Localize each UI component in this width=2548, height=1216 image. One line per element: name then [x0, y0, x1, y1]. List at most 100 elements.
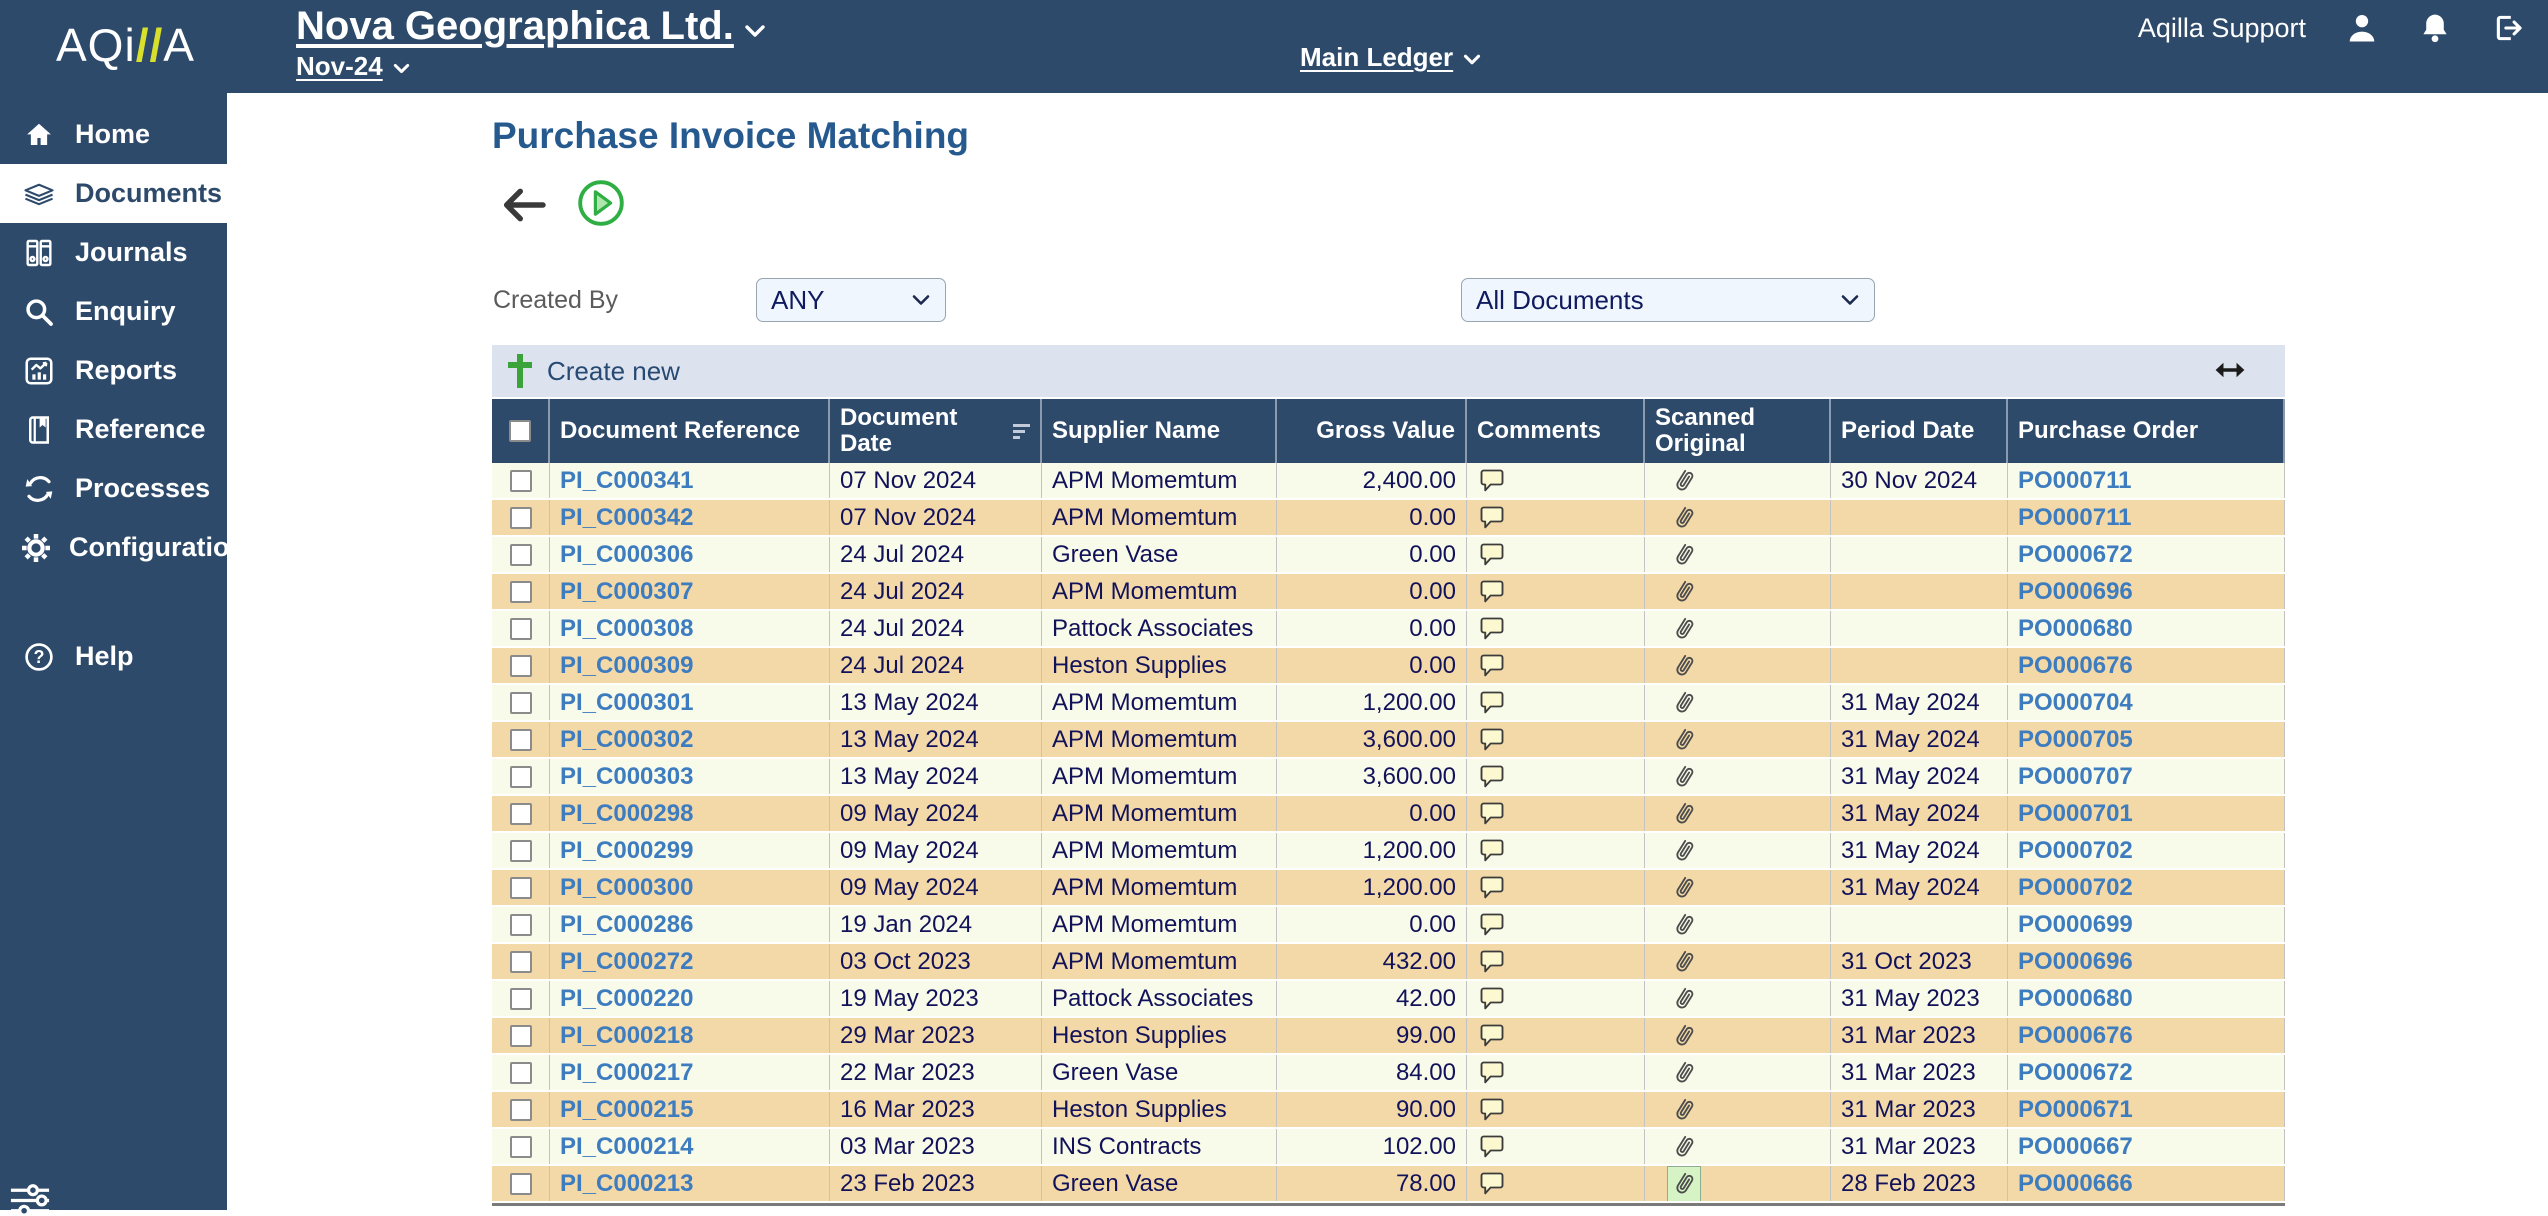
purchase-order-link[interactable]: PO000672: [2018, 541, 2133, 569]
attachment-wrap[interactable]: [1667, 611, 1701, 646]
attachment-wrap[interactable]: [1667, 722, 1701, 757]
purchase-order-link[interactable]: PO000711: [2018, 504, 2131, 532]
row-checkbox[interactable]: [510, 692, 532, 714]
purchase-order-link[interactable]: PO000702: [2018, 837, 2133, 865]
document-reference-link[interactable]: PI_C000217: [560, 1059, 693, 1087]
document-reference-link[interactable]: PI_C000303: [560, 763, 693, 791]
purchase-order-link[interactable]: PO000680: [2018, 985, 2133, 1013]
comment-icon[interactable]: [1477, 874, 1507, 902]
column-header-comments[interactable]: Comments: [1467, 399, 1645, 463]
column-header-scanned-original[interactable]: Scanned Original: [1645, 399, 1831, 463]
user-name[interactable]: Aqilla Support: [2138, 13, 2306, 44]
attachment-wrap[interactable]: [1667, 685, 1701, 720]
column-header-document-reference[interactable]: Document Reference: [550, 399, 830, 463]
document-reference-link[interactable]: PI_C000218: [560, 1022, 693, 1050]
comment-icon[interactable]: [1477, 1096, 1507, 1124]
purchase-order-link[interactable]: PO000705: [2018, 726, 2133, 754]
document-reference-link[interactable]: PI_C000308: [560, 615, 693, 643]
row-checkbox[interactable]: [510, 507, 532, 529]
attachment-wrap[interactable]: [1667, 537, 1701, 572]
purchase-order-link[interactable]: PO000707: [2018, 763, 2133, 791]
purchase-order-link[interactable]: PO000666: [2018, 1170, 2133, 1198]
purchase-order-link[interactable]: PO000702: [2018, 874, 2133, 902]
attachment-wrap[interactable]: [1667, 870, 1701, 905]
user-icon[interactable]: [2344, 10, 2380, 46]
row-checkbox[interactable]: [510, 1136, 532, 1158]
document-reference-link[interactable]: PI_C000341: [560, 467, 693, 495]
document-reference-link[interactable]: PI_C000342: [560, 504, 693, 532]
comment-icon[interactable]: [1477, 578, 1507, 606]
column-header-period-date[interactable]: Period Date: [1831, 399, 2008, 463]
comment-icon[interactable]: [1477, 948, 1507, 976]
document-reference-link[interactable]: PI_C000215: [560, 1096, 693, 1124]
attachment-wrap[interactable]: [1667, 1166, 1701, 1201]
comment-icon[interactable]: [1477, 763, 1507, 791]
sidebar-item-journals[interactable]: Journals: [0, 223, 227, 282]
document-reference-link[interactable]: PI_C000298: [560, 800, 693, 828]
column-header-gross-value[interactable]: Gross Value: [1277, 399, 1467, 463]
purchase-order-link[interactable]: PO000676: [2018, 1022, 2133, 1050]
sidebar-item-reference[interactable]: Reference: [0, 400, 227, 459]
comment-icon[interactable]: [1477, 800, 1507, 828]
purchase-order-link[interactable]: PO000696: [2018, 948, 2133, 976]
row-checkbox[interactable]: [510, 988, 532, 1010]
ledger-label[interactable]: Main Ledger: [1300, 42, 1453, 72]
back-button[interactable]: [499, 185, 547, 225]
row-checkbox[interactable]: [510, 581, 532, 603]
row-checkbox[interactable]: [510, 951, 532, 973]
column-header-purchase-order[interactable]: Purchase Order: [2008, 399, 2285, 463]
run-button[interactable]: [577, 179, 625, 227]
attachment-wrap[interactable]: [1667, 1018, 1701, 1053]
document-reference-link[interactable]: PI_C000286: [560, 911, 693, 939]
period-selector[interactable]: Nov-24: [296, 49, 766, 82]
document-reference-link[interactable]: PI_C000214: [560, 1133, 693, 1161]
purchase-order-link[interactable]: PO000671: [2018, 1096, 2133, 1124]
document-reference-link[interactable]: PI_C000213: [560, 1170, 693, 1198]
logout-icon[interactable]: [2490, 11, 2526, 45]
period-label[interactable]: Nov-24: [296, 51, 383, 82]
bell-icon[interactable]: [2418, 10, 2452, 46]
purchase-order-link[interactable]: PO000680: [2018, 615, 2133, 643]
attachment-wrap[interactable]: [1667, 574, 1701, 609]
row-checkbox[interactable]: [510, 544, 532, 566]
column-header-supplier-name[interactable]: Supplier Name: [1042, 399, 1277, 463]
attachment-wrap[interactable]: [1667, 1092, 1701, 1127]
comment-icon[interactable]: [1477, 1022, 1507, 1050]
attachment-wrap[interactable]: [1667, 796, 1701, 831]
attachment-wrap[interactable]: [1667, 759, 1701, 794]
comment-icon[interactable]: [1477, 541, 1507, 569]
company-name[interactable]: Nova Geographica Ltd.: [296, 4, 734, 49]
resize-columns-icon[interactable]: [2213, 355, 2247, 385]
ledger-selector[interactable]: Main Ledger: [1300, 42, 1481, 73]
document-reference-link[interactable]: PI_C000300: [560, 874, 693, 902]
sliders-icon[interactable]: [8, 1182, 52, 1216]
row-checkbox[interactable]: [510, 655, 532, 677]
sidebar-item-help[interactable]: ? Help: [0, 627, 227, 686]
sidebar-item-home[interactable]: Home: [0, 105, 227, 164]
purchase-order-link[interactable]: PO000696: [2018, 578, 2133, 606]
column-header-document-date[interactable]: Document Date: [830, 399, 1042, 463]
document-reference-link[interactable]: PI_C000220: [560, 985, 693, 1013]
comment-icon[interactable]: [1477, 652, 1507, 680]
sidebar-item-processes[interactable]: Processes: [0, 459, 227, 518]
comment-icon[interactable]: [1477, 689, 1507, 717]
row-checkbox[interactable]: [510, 1062, 532, 1084]
attachment-wrap[interactable]: [1667, 981, 1701, 1016]
purchase-order-link[interactable]: PO000676: [2018, 652, 2133, 680]
row-checkbox[interactable]: [510, 914, 532, 936]
attachment-wrap[interactable]: [1667, 833, 1701, 868]
purchase-order-link[interactable]: PO000711: [2018, 467, 2131, 495]
created-by-select[interactable]: ANY: [756, 278, 946, 322]
purchase-order-link[interactable]: PO000701: [2018, 800, 2133, 828]
sidebar-item-documents[interactable]: Documents: [0, 164, 227, 223]
purchase-order-link[interactable]: PO000699: [2018, 911, 2133, 939]
attachment-wrap[interactable]: [1667, 944, 1701, 979]
comment-icon[interactable]: [1477, 985, 1507, 1013]
row-checkbox[interactable]: [510, 1173, 532, 1195]
document-reference-link[interactable]: PI_C000301: [560, 689, 693, 717]
document-reference-link[interactable]: PI_C000306: [560, 541, 693, 569]
create-new-button[interactable]: Create new: [492, 351, 680, 391]
purchase-order-link[interactable]: PO000704: [2018, 689, 2133, 717]
purchase-order-link[interactable]: PO000672: [2018, 1059, 2133, 1087]
row-checkbox[interactable]: [510, 470, 532, 492]
